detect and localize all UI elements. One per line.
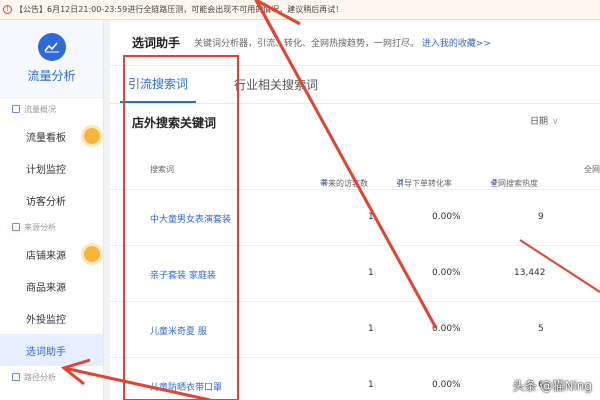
warning-icon: ! <box>3 5 12 14</box>
notification-badge <box>84 246 100 262</box>
visitors-value: 1 <box>368 324 374 334</box>
sidebar-section-source: 来源分析 <box>0 216 103 238</box>
sidebar-item-product-source[interactable]: 商品来源 <box>0 270 103 302</box>
sidebar-item-plan-monitor[interactable]: 计划监控 <box>0 152 103 184</box>
notification-badge <box>84 128 100 144</box>
sidebar-section-overview: 流量概况 <box>0 98 103 120</box>
visitors-value: 1 <box>368 268 374 278</box>
favorites-link[interactable]: 进入我的收藏>> <box>422 39 491 49</box>
announcement-text: 【公告】6月12日21:00-23:59进行全链路压测，可能会出现不可用的情况，… <box>15 5 344 14</box>
section-icon <box>12 373 20 381</box>
conversion-value: 0.00% <box>432 324 461 334</box>
keyword-link[interactable]: 儿童防晒衣带口罩 <box>150 380 222 393</box>
heat-value: 13,442 <box>514 268 546 278</box>
visitors-value: 1 <box>368 380 374 390</box>
sidebar-item-visitor-analysis[interactable]: 访客分析 <box>0 184 103 216</box>
section-icon <box>12 223 20 231</box>
conversion-value: 0.00% <box>432 212 461 222</box>
section-title: 店外搜索关键词 <box>132 116 217 130</box>
sidebar: 流量分析 流量概况 流量看板 计划监控 访客分析 来源分析 店铺来源 商品来源 … <box>0 20 104 400</box>
col-overflow: 全网 <box>584 165 600 174</box>
sidebar-header: 流量分析 <box>0 20 103 98</box>
tab-bar: 引流搜索词 行业相关搜索词 <box>110 66 600 104</box>
tab-traffic-keywords[interactable]: 引流搜索词 <box>120 65 197 103</box>
table-row: 儿童米奇夏 服 1 0.00% 5 <box>110 302 600 358</box>
sidebar-title: 流量分析 <box>27 69 76 83</box>
trend-chart-icon <box>37 33 66 61</box>
page-title: 选词助手 <box>132 36 181 50</box>
date-filter[interactable]: 日期 ∨ <box>530 114 559 127</box>
visitors-value: 1 <box>368 212 374 222</box>
chevron-down-icon: ∨ <box>552 117 559 127</box>
page-description: 关键词分析器，引流、转化、全网热搜趋势，一网打尽。 进入我的收藏>> <box>194 39 491 49</box>
heat-value: 5 <box>538 324 544 334</box>
page-header: 选词助手 关键词分析器，引流、转化、全网热搜趋势，一网打尽。 进入我的收藏>> <box>110 20 600 66</box>
main-panel: 选词助手 关键词分析器，引流、转化、全网热搜趋势，一网打尽。 进入我的收藏>> … <box>110 20 600 400</box>
heat-value: 9 <box>538 212 544 222</box>
col-keyword: 搜索词 <box>150 165 174 174</box>
sort-icon: ⇵ <box>397 178 404 187</box>
table-row: 中大童男女表演套装 1 0.00% 9 <box>110 190 600 246</box>
sidebar-item-keyword-assistant[interactable]: 选词助手 <box>0 334 103 366</box>
table-header: 搜索词 带来的访客数 ⇵ 引导下单转化率 ⇵ 全网搜索热度 ⇵ 全网 <box>110 150 600 190</box>
sidebar-item-dashboard[interactable]: 流量看板 <box>0 120 103 152</box>
keyword-link[interactable]: 儿童米奇夏 服 <box>150 324 207 337</box>
section-icon <box>12 105 20 113</box>
watermark: 头条 @猫Ning <box>512 379 592 393</box>
sort-icon: ⇵ <box>491 178 498 187</box>
sidebar-section-path: 路径分析 <box>0 366 103 388</box>
announcement-bar: ! 【公告】6月12日21:00-23:59进行全链路压测，可能会出现不可用的情… <box>0 0 600 20</box>
tab-industry-keywords[interactable]: 行业相关搜索词 <box>226 65 326 103</box>
keyword-link[interactable]: 亲子套装 家庭装 <box>150 268 216 281</box>
keyword-link[interactable]: 中大童男女表演套装 <box>150 212 231 225</box>
sidebar-item-external-monitor[interactable]: 外投监控 <box>0 302 103 334</box>
conversion-value: 0.00% <box>432 380 461 390</box>
sort-icon: ⇵ <box>321 178 328 187</box>
conversion-value: 0.00% <box>432 268 461 278</box>
sidebar-item-shop-source[interactable]: 店铺来源 <box>0 238 103 270</box>
table-row: 亲子套装 家庭装 1 0.00% 13,442 <box>110 246 600 302</box>
